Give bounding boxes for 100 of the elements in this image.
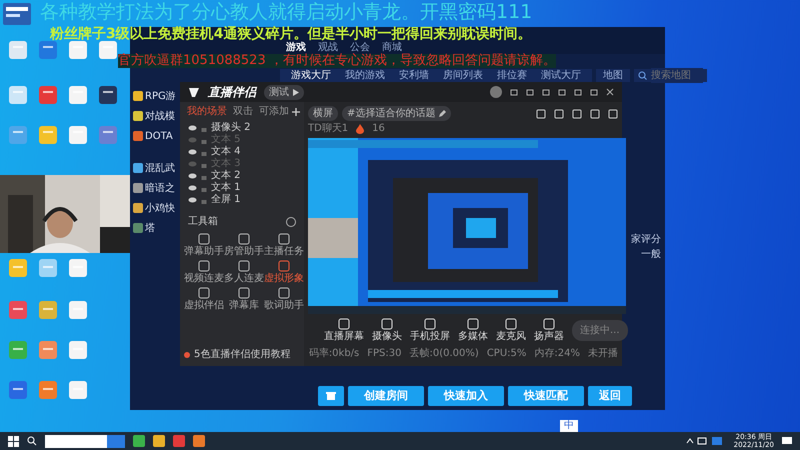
tool-button[interactable]: 弹幕助手 [184,233,224,257]
eye-icon[interactable] [188,173,197,179]
search-icon[interactable] [27,436,37,446]
tool-button[interactable]: 虚拟形象 [264,260,304,284]
sidebar-item[interactable]: DOTA [145,128,173,144]
more-icon[interactable] [286,216,296,226]
rating-label: 家评分 [631,232,661,247]
map-dropdown[interactable]: 地图 [596,69,630,82]
start-icon[interactable] [8,436,19,446]
status-text: FPS:30 [367,347,402,361]
rating-label: 一般 [641,248,661,262]
source-item[interactable]: 文本 4 [211,146,241,158]
app-title: 直播伴侣 [208,84,256,101]
tool-button[interactable]: 房管助手 [224,233,264,257]
control-icon [505,318,517,330]
eye-icon[interactable] [188,149,197,155]
source-item[interactable]: 全屏 1 [211,194,241,206]
desktop-icon[interactable] [98,85,118,105]
ime-mode[interactable]: 中 [564,420,574,432]
store-icon [326,390,336,401]
status-text: 码率:0kb/s [308,346,360,361]
desktop-icon[interactable] [38,40,58,60]
control-button[interactable]: 手机投屏 [410,318,450,342]
eye-icon[interactable] [188,125,197,131]
sub-tab[interactable]: 测试大厅 [534,70,588,82]
sidebar-item[interactable]: 对战模 [145,108,175,124]
nav-tab[interactable]: 游戏 [280,43,312,53]
control-button[interactable]: 扬声器 [534,318,564,342]
app-logo-icon [188,86,200,98]
toolbox-title: 工具箱 [188,215,218,229]
taskbar-app-icon[interactable] [173,435,185,447]
sidebar-item[interactable]: 塔 [145,220,155,236]
control-icon [424,318,436,330]
source-item[interactable]: 文本 2 [211,170,241,182]
sub-tab[interactable]: 排位赛 [490,70,534,82]
share-icon[interactable] [608,108,618,118]
sub-tab[interactable]: 房间列表 [436,70,490,82]
avatar-icon[interactable] [490,86,502,98]
tool-icon [198,260,210,272]
play-icon [293,88,299,96]
eye-icon[interactable] [188,197,197,203]
tool-icon [238,287,250,299]
ime-toolbar[interactable]: 中 [560,420,578,432]
control-button[interactable]: 麦克风 [496,318,526,342]
sub-tab[interactable]: 游戏大厅 [284,70,338,82]
control-button[interactable]: 直播屏幕 [324,318,364,342]
desktop-icon[interactable] [8,380,28,400]
control-icon [543,318,555,330]
sidebar-item[interactable]: 混乱武 [145,160,175,176]
tool-button[interactable]: 歌词助手 [264,287,304,311]
add-icon[interactable] [292,108,300,116]
nav-tab[interactable]: 公会 [344,43,376,53]
mode-badge[interactable]: 测试 [264,84,304,100]
tool-icon [278,233,290,245]
control-button[interactable]: 摄像头 [372,318,402,342]
edit-icon [439,110,446,117]
close-icon[interactable] [606,88,614,96]
notification-icon[interactable] [782,436,792,446]
tool-icon [238,233,250,245]
search-field[interactable]: 搜索地图 [651,68,703,83]
sub-tab[interactable]: 我的游戏 [338,70,392,82]
taskbar-app-icon[interactable] [193,435,205,447]
tool-button[interactable]: 弹幕库 [224,287,264,311]
panel-tab[interactable]: 可添加 [256,106,292,118]
search-box-icon[interactable] [45,434,125,448]
eye-icon[interactable] [188,185,197,191]
tool-button[interactable]: 多人连麦 [224,260,264,284]
flame-icon [356,124,364,134]
heat-count: 16 [372,122,385,136]
tutorial-link[interactable]: 5色直播伴侣使用教程 [194,347,290,362]
tool-icon [238,260,250,272]
control-icon [381,318,393,330]
control-icon [338,318,350,330]
topic-chip[interactable]: #选择适合你的话题 [342,106,452,121]
panel-tab[interactable]: 我的场景 [184,106,230,118]
status-text: 未开播 [588,346,618,361]
sub-tab[interactable]: 安利墙 [392,70,436,82]
tool-icon [198,233,210,245]
nav-tab[interactable]: 商城 [376,43,408,53]
status-text: 内存:24% [534,346,580,361]
tool-button[interactable]: 主播任务 [264,233,304,257]
search-box[interactable]: 搜索地图 [634,69,707,82]
control-button[interactable]: 多媒体 [458,318,488,342]
source-item[interactable]: 文本 1 [211,182,241,194]
app-logo-icon[interactable] [2,2,32,26]
panel-tab[interactable]: 双击 [230,106,256,118]
sidebar-item[interactable]: 暗语之 [145,180,175,196]
nav-tab[interactable]: 观战 [312,43,344,53]
search-icon [638,71,647,80]
orientation-chip[interactable]: 横屏 [308,106,338,121]
source-item[interactable]: 摄像头 2 [211,122,251,134]
sidebar-item[interactable]: 小鸡快 [145,200,175,216]
tool-button[interactable]: 虚拟伴侣 [184,287,224,311]
store-button[interactable] [318,386,344,406]
sidebar-item[interactable]: RPG游 [145,88,176,104]
tool-icon [198,287,210,299]
taskbar-app-icon[interactable] [133,435,145,447]
channel-label: TD聊天1 [308,122,348,136]
taskbar-app-icon[interactable] [153,435,165,447]
tool-button[interactable]: 视频连麦 [184,260,224,284]
